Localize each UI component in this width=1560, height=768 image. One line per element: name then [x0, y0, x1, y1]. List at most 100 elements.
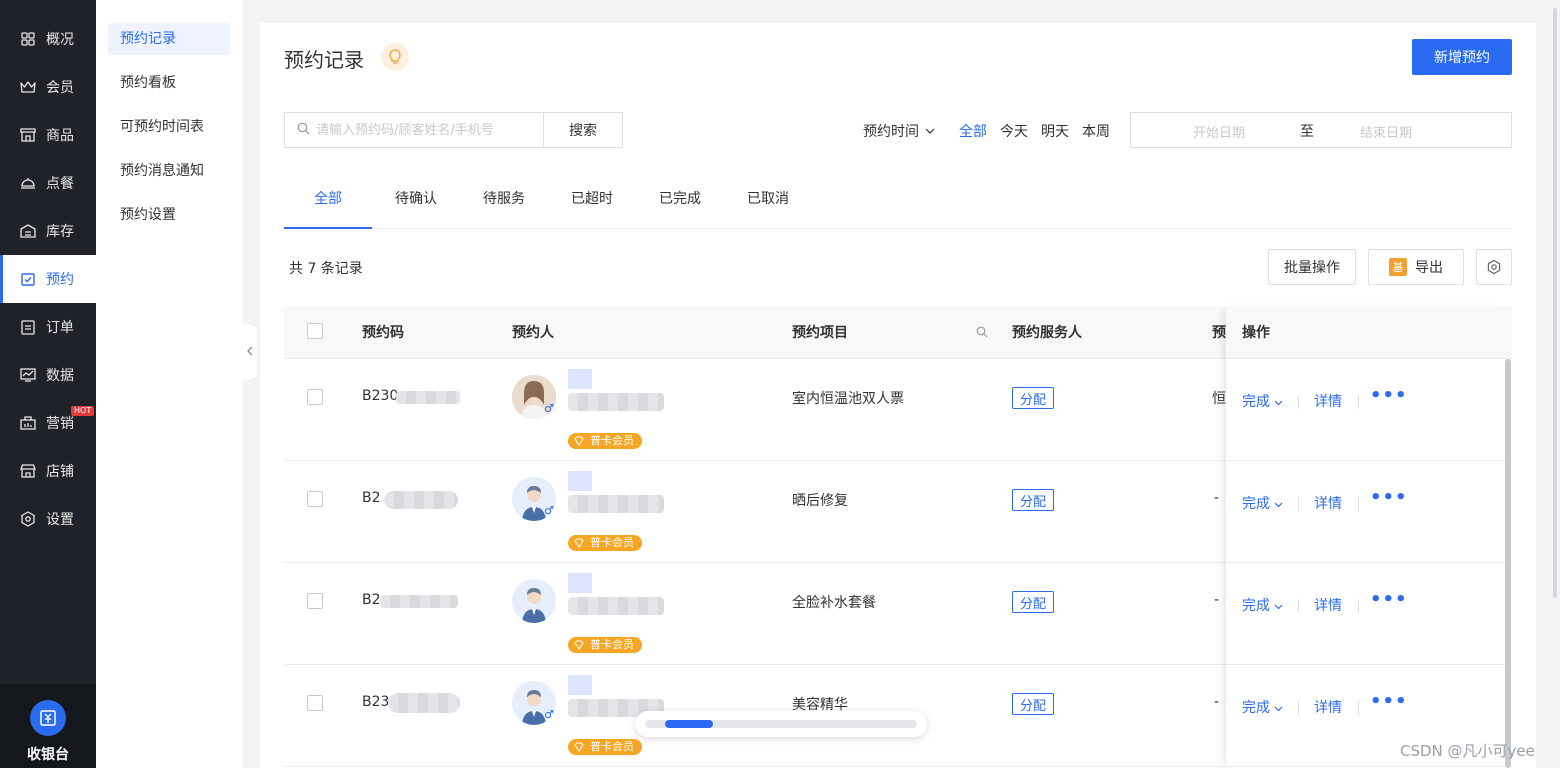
- more-icon[interactable]: •••: [1370, 487, 1408, 508]
- divider: [1298, 497, 1299, 511]
- complete-label: 完成: [1242, 496, 1270, 512]
- tab-overdue[interactable]: 已超时: [548, 173, 636, 229]
- nav-item-members[interactable]: 会员: [0, 63, 96, 111]
- column-header-code: 预约码: [362, 325, 404, 341]
- nav-item-reservation[interactable]: 预约: [0, 255, 96, 303]
- tab-pending-service[interactable]: 待服务: [460, 173, 548, 229]
- row-checkbox[interactable]: [307, 593, 323, 609]
- batch-operation-button[interactable]: 批量操作: [1268, 249, 1356, 285]
- shop-icon: [20, 463, 36, 479]
- detail-link[interactable]: 详情: [1314, 391, 1342, 411]
- more-icon[interactable]: •••: [1370, 691, 1408, 712]
- truncated-cell: 恒: [1212, 391, 1226, 407]
- row-checkbox[interactable]: [307, 695, 323, 711]
- chevron-down-icon: [1275, 502, 1283, 508]
- date-range-picker[interactable]: 开始日期 至 结束日期: [1130, 112, 1512, 148]
- nav-label: 库存: [46, 224, 74, 240]
- nav-item-data[interactable]: 数据: [0, 351, 96, 399]
- masked-phone: [568, 495, 664, 513]
- nav-item-shop[interactable]: 店铺: [0, 447, 96, 495]
- assign-button[interactable]: 分配: [1012, 693, 1054, 715]
- assign-button[interactable]: 分配: [1012, 489, 1054, 511]
- complete-dropdown[interactable]: 完成: [1242, 595, 1283, 615]
- assign-button[interactable]: 分配: [1012, 387, 1054, 409]
- submenu-item-board[interactable]: 预约看板: [108, 67, 230, 99]
- time-filter-dropdown[interactable]: 预约时间: [863, 121, 935, 141]
- status-tabs: 全部 待确认 待服务 已超时 已完成 已取消: [284, 173, 1512, 229]
- search-button[interactable]: 搜索: [543, 112, 623, 148]
- table-settings-button[interactable]: [1476, 249, 1512, 285]
- detail-link[interactable]: 详情: [1314, 697, 1342, 717]
- tab-pending-confirm[interactable]: 待确认: [372, 173, 460, 229]
- nav-label: 数据: [46, 368, 74, 384]
- table-vertical-scrollbar[interactable]: [1505, 359, 1511, 768]
- nav-item-overview[interactable]: 概况: [0, 15, 96, 63]
- nav-item-ordering[interactable]: 点餐: [0, 159, 96, 207]
- nav-item-marketing[interactable]: 营销 HOT: [0, 399, 96, 447]
- new-reservation-button[interactable]: 新增预约: [1412, 39, 1512, 75]
- nav-item-inventory[interactable]: 库存: [0, 207, 96, 255]
- submenu-item-settings[interactable]: 预约设置: [108, 199, 230, 231]
- project-name: 室内恒温池双人票: [792, 391, 904, 407]
- quick-filter-all[interactable]: 全部: [959, 121, 987, 141]
- date-end-input[interactable]: 结束日期: [1360, 122, 1412, 141]
- submenu-item-records[interactable]: 预约记录: [108, 23, 230, 55]
- truncated-cell: -: [1214, 490, 1220, 506]
- submenu-item-timetable[interactable]: 可预约时间表: [108, 111, 230, 143]
- masked-name: [568, 471, 592, 491]
- search-input[interactable]: [316, 122, 536, 138]
- page-scrollbar[interactable]: [1553, 8, 1557, 598]
- member-badge-label: 普卡会员: [590, 434, 634, 447]
- quick-filter-today[interactable]: 今天: [1000, 121, 1028, 141]
- more-icon[interactable]: •••: [1370, 589, 1408, 610]
- action-row: 完成 详情 •••: [1226, 359, 1512, 461]
- chevron-down-icon: [1275, 400, 1283, 406]
- assign-button[interactable]: 分配: [1012, 591, 1054, 613]
- column-header-actions: 操作: [1242, 325, 1270, 341]
- calendar-check-icon: [20, 271, 36, 287]
- detail-link[interactable]: 详情: [1314, 493, 1342, 513]
- masked-code: [380, 595, 458, 608]
- crown-icon: [20, 79, 36, 95]
- column-header-partial: 预: [1212, 325, 1226, 341]
- detail-link[interactable]: 详情: [1314, 595, 1342, 615]
- export-button[interactable]: 基 导出: [1368, 249, 1464, 285]
- row-checkbox[interactable]: [307, 491, 323, 507]
- row-checkbox[interactable]: [307, 389, 323, 405]
- divider: [1358, 599, 1359, 613]
- masked-phone: [568, 393, 664, 411]
- select-all-checkbox[interactable]: [307, 323, 323, 339]
- more-icon[interactable]: •••: [1370, 385, 1408, 406]
- masked-code: [396, 391, 460, 404]
- gender-icon: ♂: [544, 504, 554, 517]
- nav-label: 概况: [46, 32, 74, 48]
- cashier-button[interactable]: 收银台: [0, 684, 96, 768]
- masked-name: [568, 675, 592, 695]
- quick-filter-week[interactable]: 本周: [1082, 121, 1110, 141]
- tab-completed[interactable]: 已完成: [636, 173, 724, 229]
- scrollbar-thumb[interactable]: [665, 720, 713, 728]
- complete-dropdown[interactable]: 完成: [1242, 391, 1283, 411]
- reservation-code: B2: [362, 592, 381, 608]
- action-row: 完成 详情 •••: [1226, 563, 1512, 665]
- column-header-staff: 预约服务人: [1012, 325, 1082, 341]
- collapse-submenu-button[interactable]: [243, 324, 257, 380]
- tab-cancelled[interactable]: 已取消: [724, 173, 812, 229]
- lightbulb-icon[interactable]: [381, 43, 409, 71]
- quick-filter-tomorrow[interactable]: 明天: [1041, 121, 1069, 141]
- member-badge-label: 普卡会员: [590, 536, 634, 549]
- nav-item-settings[interactable]: 设置: [0, 495, 96, 543]
- masked-code: [384, 491, 458, 509]
- nav-item-orders[interactable]: 订单: [0, 303, 96, 351]
- avatar: [512, 579, 556, 623]
- horizontal-scrollbar[interactable]: [635, 711, 927, 737]
- complete-dropdown[interactable]: 完成: [1242, 697, 1283, 717]
- submenu-item-notification[interactable]: 预约消息通知: [108, 155, 230, 187]
- search-icon[interactable]: [976, 326, 988, 338]
- tab-all[interactable]: 全部: [284, 173, 372, 229]
- date-start-input[interactable]: 开始日期: [1193, 122, 1245, 141]
- divider: [1358, 497, 1359, 511]
- nav-item-goods[interactable]: 商品: [0, 111, 96, 159]
- time-filter-label: 预约时间: [863, 124, 919, 140]
- complete-dropdown[interactable]: 完成: [1242, 493, 1283, 513]
